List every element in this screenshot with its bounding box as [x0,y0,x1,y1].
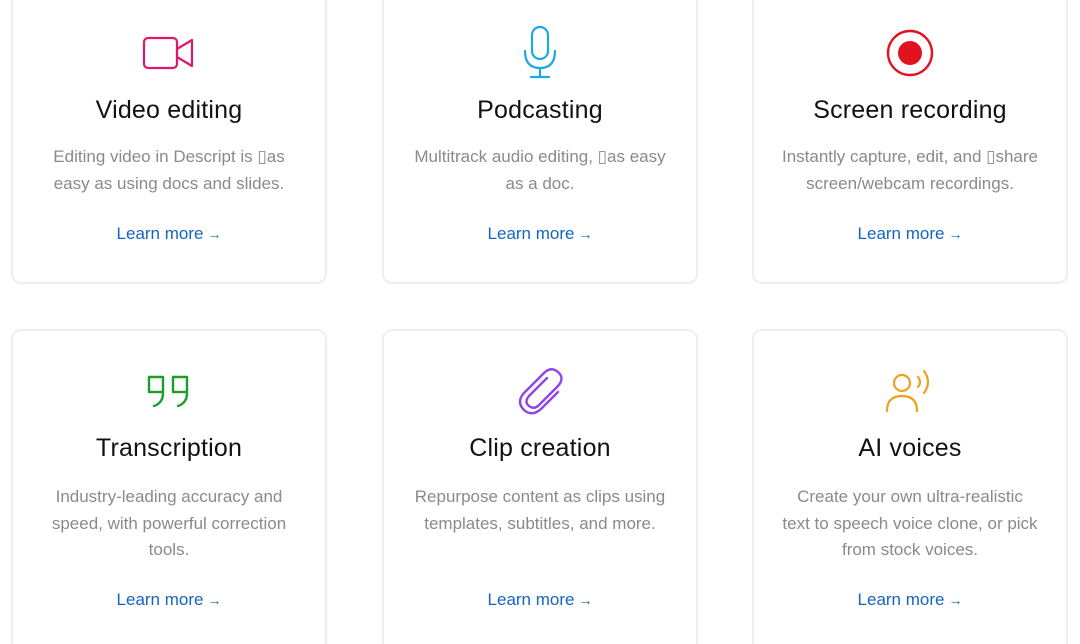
quote-icon [141,363,197,419]
video-camera-icon [141,25,197,81]
record-icon [882,25,938,81]
card-title: AI voices [858,434,962,462]
learn-more-label: Learn more [487,224,575,243]
learn-more-link[interactable]: Learn more → [384,224,696,244]
card-clip-creation: Clip creation Repurpose content as clips… [382,329,698,644]
learn-more-link[interactable]: Learn more → [13,224,325,244]
card-transcription: Transcription Industry-leading accuracy … [11,329,327,644]
card-title: Podcasting [477,96,603,124]
card-description: Editing video in Descript is ▯as easy as… [53,147,285,193]
card-title: Video editing [95,96,243,124]
card-description: Create your own ultra-realistic text to … [782,487,1038,559]
ai-voice-icon [882,363,938,419]
arrow-right-icon: → [948,592,963,608]
learn-more-link[interactable]: Learn more → [754,590,1066,610]
arrow-right-icon: → [948,226,963,242]
arrow-right-icon: → [207,592,222,608]
arrow-right-icon: → [578,226,593,242]
learn-more-label: Learn more [116,590,204,609]
learn-more-label: Learn more [116,224,204,243]
learn-more-label: Learn more [487,590,575,609]
learn-more-link[interactable]: Learn more → [13,590,325,610]
card-description: Instantly capture, edit, and ▯share scre… [782,147,1039,193]
card-ai-voices: AI voices Create your own ultra-realisti… [752,329,1068,644]
learn-more-label: Learn more [857,224,945,243]
card-podcasting: Podcasting Multitrack audio editing, ▯as… [382,0,698,284]
card-description: Multitrack audio editing, ▯as easy as a … [414,147,666,193]
microphone-icon [512,25,568,81]
arrow-right-icon: → [207,226,222,242]
learn-more-link[interactable]: Learn more → [384,590,696,610]
learn-more-label: Learn more [857,590,945,609]
card-title: Screen recording [813,96,1007,124]
card-video-editing: Video editing Editing video in Descript … [11,0,327,284]
card-screen-recording: Screen recording Instantly capture, edit… [752,0,1068,284]
features-grid: Video editing Editing video in Descript … [0,0,1080,644]
card-description: Industry-leading accuracy and speed, wit… [51,487,287,559]
card-description: Repurpose content as clips using templat… [414,487,666,533]
card-title: Transcription [95,434,243,462]
paperclip-icon [512,363,568,419]
arrow-right-icon: → [578,592,593,608]
card-title: Clip creation [469,434,611,462]
learn-more-link[interactable]: Learn more → [754,224,1066,244]
